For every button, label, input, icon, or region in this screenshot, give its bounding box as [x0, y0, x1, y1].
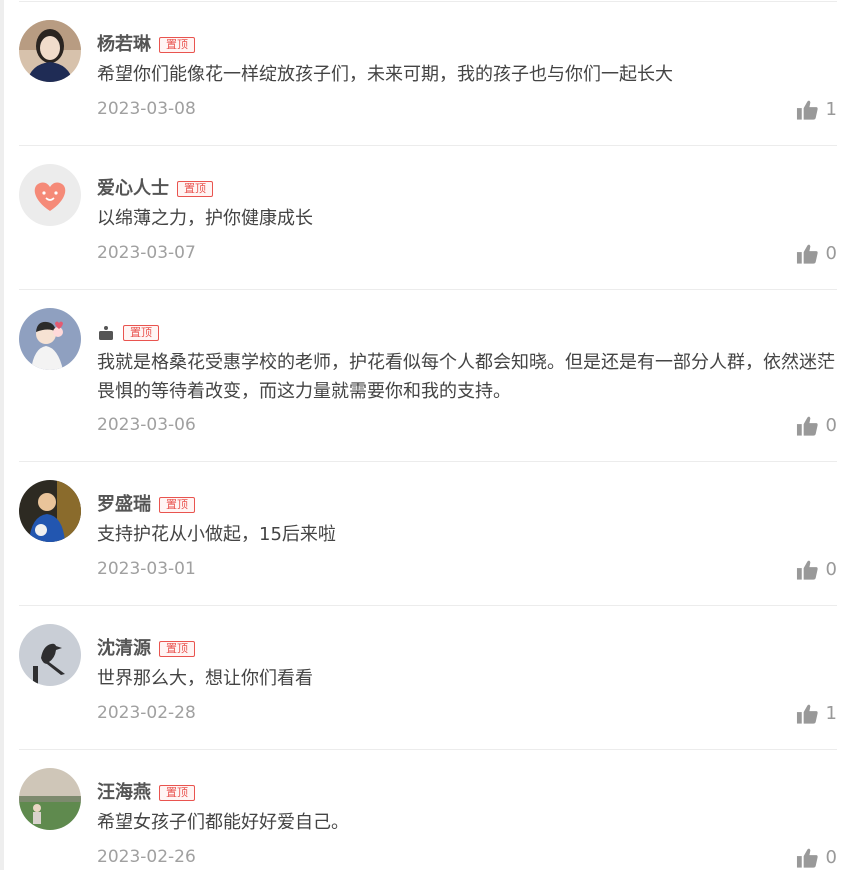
- avatar[interactable]: [19, 20, 81, 82]
- avatar[interactable]: [19, 480, 81, 542]
- like-count: 0: [825, 415, 837, 436]
- commenter-name[interactable]: 爱心人士: [97, 178, 169, 200]
- pinned-badge: 置顶: [159, 37, 195, 53]
- comment-item: 爱心人士 置顶 以绵薄之力，护你健康成长 2023-03-07 0: [19, 146, 837, 290]
- name-row: 置顶: [97, 322, 159, 344]
- avatar-couple-icon: [19, 308, 81, 370]
- comment-text: 我就是格桑花受惠学校的老师，护花看似每个人都会知晓。但是还是有一部分人群，依然迷…: [97, 352, 835, 402]
- pinned-badge: 置顶: [159, 497, 195, 513]
- commenter-name[interactable]: 汪海燕: [97, 782, 151, 804]
- avatar-landscape-icon: [19, 768, 81, 830]
- comment-item: 沈清源 置顶 世界那么大，想让你们看看 2023-02-28 1: [19, 606, 837, 750]
- name-row: 汪海燕 置顶: [97, 782, 195, 804]
- comment-date: 2023-03-06: [97, 415, 196, 435]
- avatar-child-icon: [19, 480, 81, 542]
- avatar[interactable]: [19, 164, 81, 226]
- comment-text: 支持护花从小做起，15后来啦: [97, 524, 336, 545]
- thumbs-up-icon: [796, 848, 818, 868]
- comment-date: 2023-02-26: [97, 847, 196, 867]
- like-count: 0: [825, 559, 837, 580]
- pinned-badge: 置顶: [159, 641, 195, 657]
- comment-date: 2023-03-01: [97, 559, 196, 579]
- like-button[interactable]: 0: [796, 847, 837, 869]
- like-button[interactable]: 0: [796, 559, 837, 581]
- comment-text: 世界那么大，想让你们看看: [97, 668, 313, 689]
- avatar[interactable]: [19, 768, 81, 830]
- heart-face-icon: [19, 164, 81, 226]
- name-row: 爱心人士 置顶: [97, 178, 213, 200]
- thumbs-up-icon: [796, 244, 818, 264]
- avatar[interactable]: [19, 308, 81, 370]
- thumbs-up-icon: [796, 100, 818, 120]
- avatar[interactable]: [19, 624, 81, 686]
- commenter-name[interactable]: 杨若琳: [97, 34, 151, 56]
- left-edge-rule: [0, 0, 4, 870]
- commenter-name[interactable]: 罗盛瑞: [97, 494, 151, 516]
- commenter-name[interactable]: 沈清源: [97, 638, 151, 660]
- thumbs-up-icon: [796, 560, 818, 580]
- like-button[interactable]: 1: [796, 703, 837, 725]
- bird-silhouette-icon: [19, 624, 81, 686]
- comment-date: 2023-03-08: [97, 99, 196, 119]
- comment-date: 2023-02-28: [97, 703, 196, 723]
- comment-item: 汪海燕 置顶 希望女孩子们都能好好爱自己。 2023-02-26 0: [19, 750, 837, 870]
- comment-item: 杨若琳 置顶 希望你们能像花一样绽放孩子们，未来可期，我的孩子也与你们一起长大 …: [19, 2, 837, 146]
- avatar-woman-icon: [19, 20, 81, 82]
- name-row: 杨若琳 置顶: [97, 34, 195, 56]
- thumbs-up-icon: [796, 704, 818, 724]
- like-button[interactable]: 0: [796, 415, 837, 437]
- thumbs-up-icon: [796, 416, 818, 436]
- comment-item: 置顶 我就是格桑花受惠学校的老师，护花看似每个人都会知晓。但是还是有一部分人群，…: [19, 290, 837, 462]
- like-count: 1: [825, 703, 837, 724]
- comment-item: 罗盛瑞 置顶 支持护花从小做起，15后来啦 2023-03-01 0: [19, 462, 837, 606]
- like-count: 0: [825, 243, 837, 264]
- pinned-badge: 置顶: [159, 785, 195, 801]
- comment-text: 以绵薄之力，护你健康成长: [97, 208, 313, 229]
- comment-text: 希望你们能像花一样绽放孩子们，未来可期，我的孩子也与你们一起长大: [97, 64, 673, 85]
- like-count: 0: [825, 847, 837, 868]
- like-button[interactable]: 1: [796, 99, 837, 121]
- pinned-badge: 置顶: [123, 325, 159, 341]
- name-row: 沈清源 置顶: [97, 638, 195, 660]
- crown-icon: [99, 326, 113, 340]
- comment-list: 杨若琳 置顶 希望你们能像花一样绽放孩子们，未来可期，我的孩子也与你们一起长大 …: [19, 2, 837, 870]
- pinned-badge: 置顶: [177, 181, 213, 197]
- like-button[interactable]: 0: [796, 243, 837, 265]
- name-row: 罗盛瑞 置顶: [97, 494, 195, 516]
- comment-text: 希望女孩子们都能好好爱自己。: [97, 812, 349, 833]
- like-count: 1: [825, 99, 837, 120]
- comment-date: 2023-03-07: [97, 243, 196, 263]
